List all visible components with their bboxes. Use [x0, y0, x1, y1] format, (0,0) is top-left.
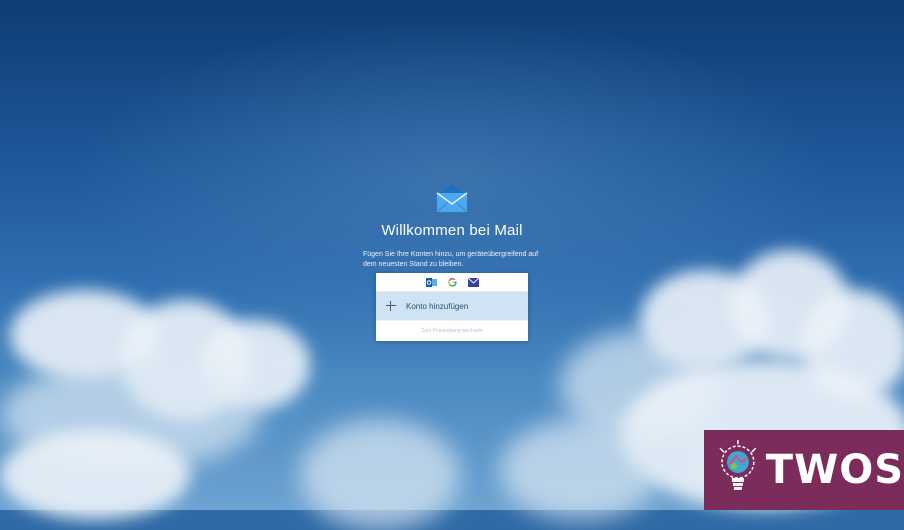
google-icon: [447, 277, 458, 288]
lightbulb-icon: [719, 440, 757, 490]
welcome-title: Willkommen bei Mail: [381, 222, 523, 239]
outlook-icon: [425, 277, 437, 288]
welcome-subtitle: Fügen Sie Ihre Konten hinzu, um geräteüb…: [363, 251, 539, 268]
account-card: Konto hinzufügen Zum Posteingang wechsel…: [376, 273, 528, 341]
twos-logo-text: TWOS: [765, 447, 904, 493]
cloud: [300, 420, 460, 530]
go-to-inbox-link[interactable]: Zum Posteingang wechseln: [376, 320, 528, 341]
cloud: [500, 420, 660, 520]
add-account-button[interactable]: Konto hinzufügen: [376, 292, 528, 320]
provider-icons: [376, 273, 528, 292]
mail-app-icon: [436, 184, 468, 213]
cloud: [0, 430, 190, 520]
twos-watermark: TWOS: [704, 430, 904, 510]
add-account-label: Konto hinzufügen: [406, 301, 469, 311]
mail-envelope-icon: [467, 277, 479, 288]
plus-icon: [386, 301, 396, 311]
